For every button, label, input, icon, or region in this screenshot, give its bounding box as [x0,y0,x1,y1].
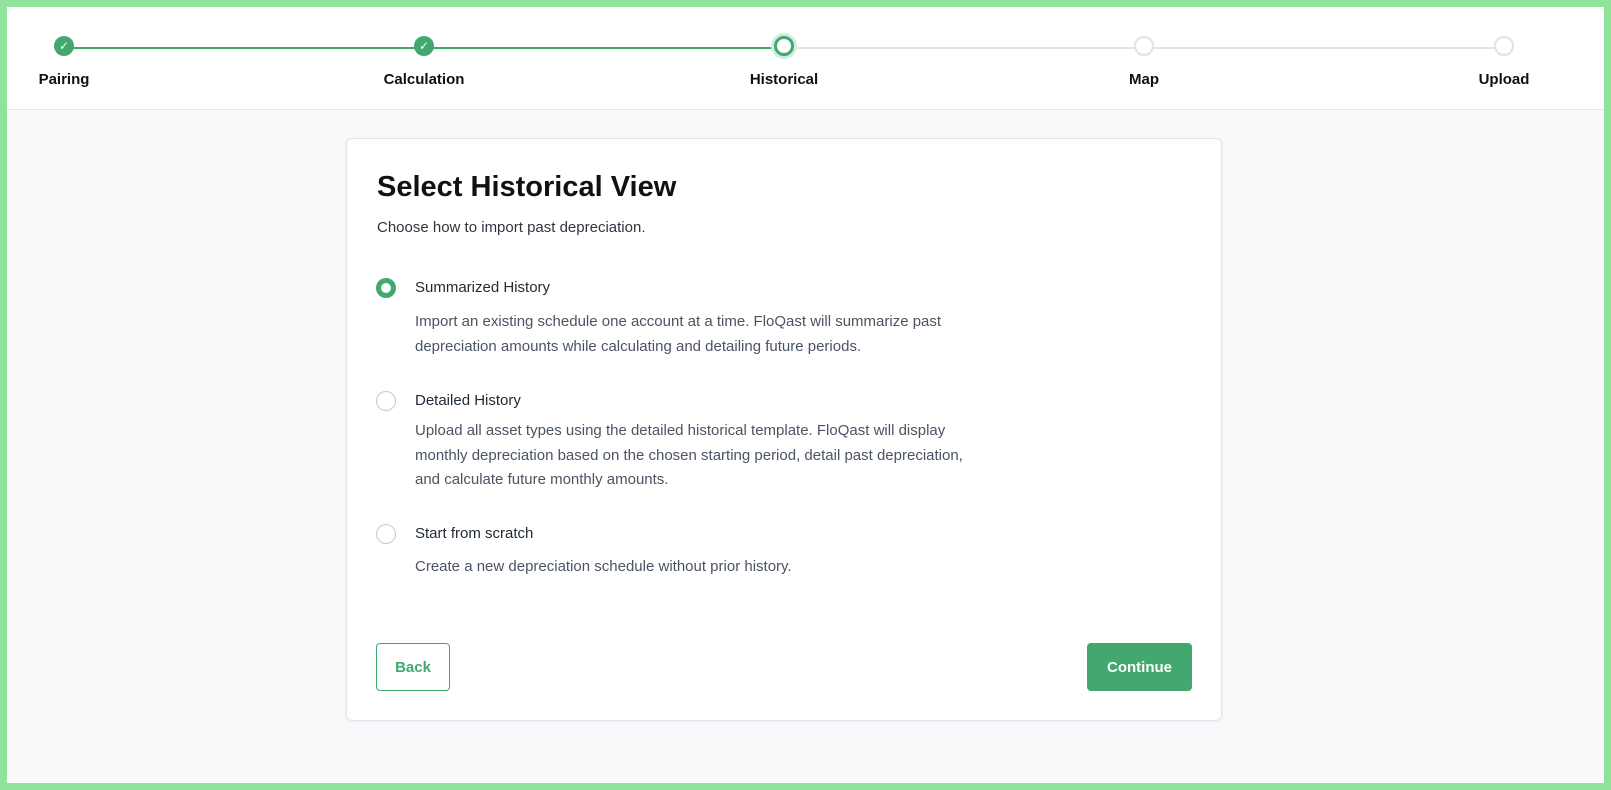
step-label: Historical [749,71,819,88]
option-description: Upload all asset types using the detaile… [415,422,963,488]
continue-button[interactable]: Continue [1087,643,1192,691]
page-subtitle: Choose how to import past depreciation. [377,219,646,236]
option-label[interactable]: Detailed History [415,392,521,409]
step-historical[interactable]: Historical [714,36,854,88]
step-label: Upload [1478,71,1530,88]
pending-step-indicator [1494,36,1514,56]
radio-detailed-history[interactable] [376,391,396,411]
step-map: Map [1074,36,1214,88]
step-label: Map [1129,71,1159,88]
page-title: Select Historical View [377,171,677,203]
check-icon: ✓ [414,36,434,56]
step-label: Pairing [38,71,90,88]
option-description: Create a new depreciation schedule witho… [415,558,792,575]
step-label: Calculation [383,71,465,88]
step-calculation[interactable]: ✓ Calculation [354,36,494,88]
historical-view-card: Select Historical View Choose how to imp… [346,138,1222,721]
radio-start-from-scratch[interactable] [376,524,396,544]
check-icon: ✓ [54,36,74,56]
app-window: ✓ Pairing ✓ Calculation Historical Map U… [7,7,1604,783]
option-label[interactable]: Start from scratch [415,525,533,542]
step-pairing[interactable]: ✓ Pairing [7,36,134,88]
back-button[interactable]: Back [376,643,450,691]
progress-stepper: ✓ Pairing ✓ Calculation Historical Map U… [7,7,1604,110]
pending-step-indicator [1134,36,1154,56]
option-label[interactable]: Summarized History [415,279,550,296]
current-step-indicator [774,36,794,56]
step-upload: Upload [1434,36,1574,88]
radio-summarized-history[interactable] [376,278,396,298]
option-description: Import an existing schedule one account … [415,313,942,355]
